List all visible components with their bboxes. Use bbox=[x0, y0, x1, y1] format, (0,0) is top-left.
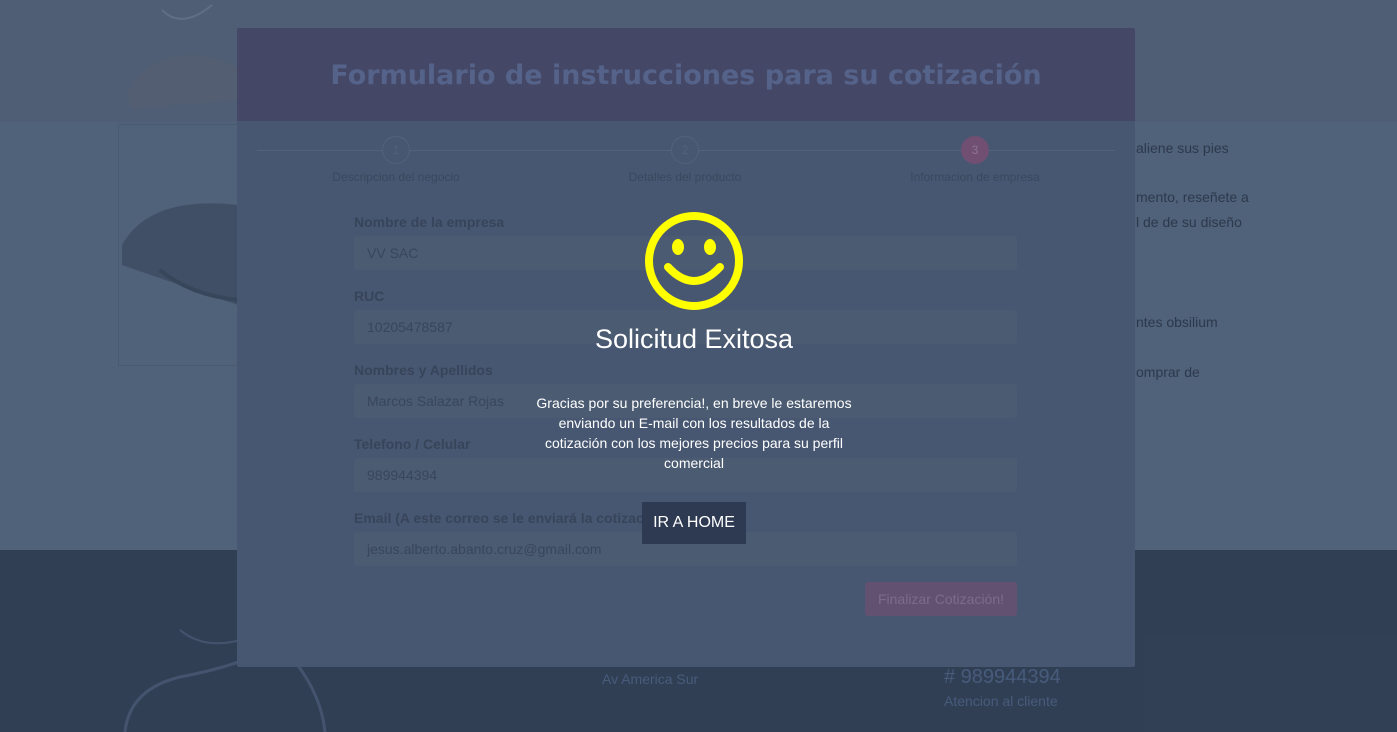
go-home-button[interactable]: IR A HOME bbox=[642, 502, 746, 544]
modal-title: Solicitud Exitosa bbox=[594, 324, 794, 354]
smiley-icon bbox=[645, 212, 743, 310]
modal-message: Gracias por su preferencia!, en breve le… bbox=[536, 395, 852, 471]
modal-overlay bbox=[0, 0, 1397, 732]
